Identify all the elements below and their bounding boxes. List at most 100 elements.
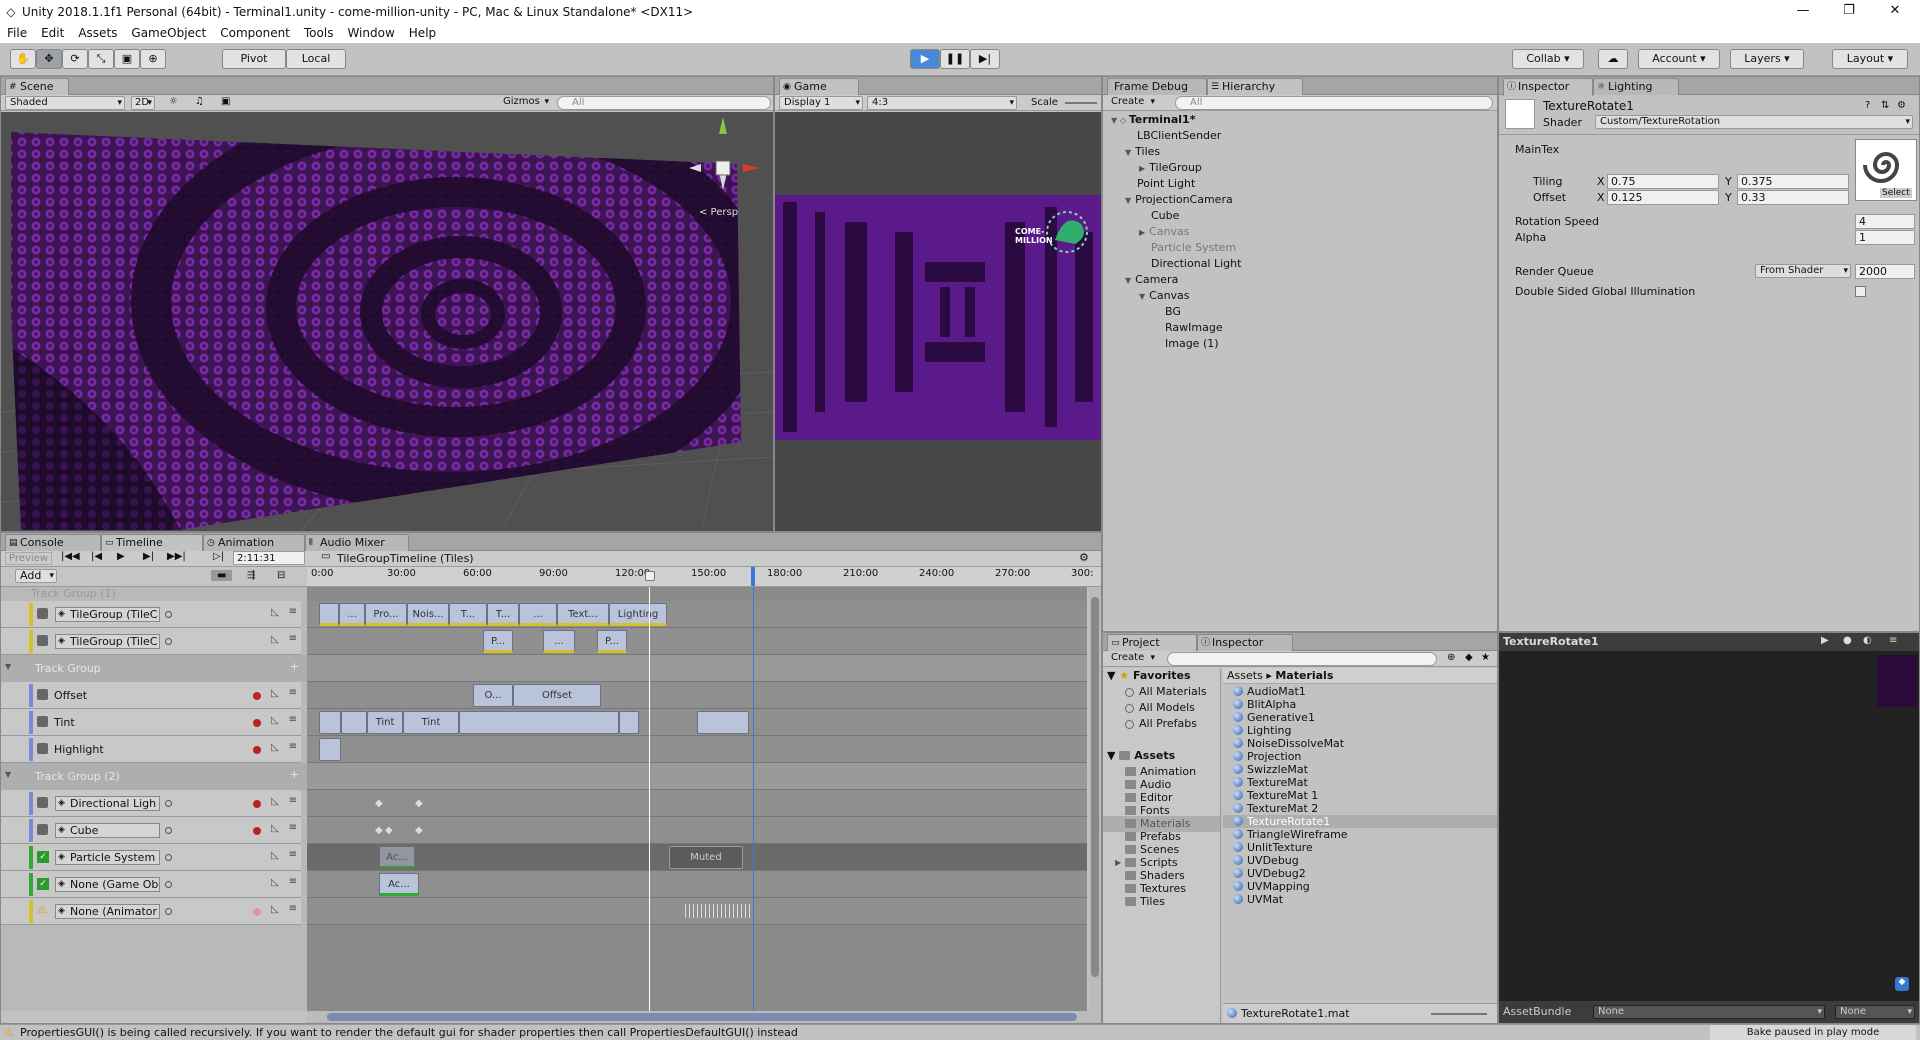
clip-lane[interactable] <box>307 817 1087 844</box>
clip-lane[interactable] <box>307 628 1087 655</box>
track-group-header[interactable]: ▼ Track Group (2) + <box>1 763 307 790</box>
timeline-clip[interactable]: Lighting <box>609 603 667 626</box>
timeline-clip[interactable] <box>319 738 341 761</box>
edit-mode-replace-icon[interactable]: ⊟ <box>271 570 291 581</box>
tab-audio-mixer[interactable]: ⫴ Audio Mixer <box>305 534 409 551</box>
activation-clip[interactable]: Ac... <box>379 873 419 896</box>
object-picker-icon[interactable] <box>165 800 172 807</box>
scene-root-row[interactable]: ▼ ◇ Terminal1* <box>1111 112 1195 128</box>
timeline-ruler[interactable]: 0:00 30:00 60:00 90:00 120:00 150:00 180:00 210… <box>307 567 1101 587</box>
curves-icon[interactable]: ◺ <box>271 742 279 753</box>
curves-icon[interactable]: ◺ <box>271 904 279 915</box>
timeline-settings-icon[interactable]: ⚙ <box>1079 551 1089 564</box>
menu-tools[interactable]: Tools <box>297 26 341 40</box>
step-icon[interactable]: ▶| <box>970 49 1000 69</box>
track-menu-icon[interactable]: ≡ <box>289 687 297 698</box>
hierarchy-item[interactable]: ▼ ProjectionCamera <box>1125 192 1233 208</box>
track-menu-icon[interactable]: ≡ <box>289 822 297 833</box>
playhead-handle[interactable] <box>645 571 655 581</box>
material-item[interactable]: TriangleWireframe <box>1223 828 1497 841</box>
persp-label[interactable]: < Persp <box>699 207 738 218</box>
tab-game[interactable]: ◉ Game <box>779 78 859 96</box>
track-header[interactable]: ✓ ◈ Particle System ◺ ≡ <box>1 844 301 871</box>
display-dropdown[interactable]: Display 1 <box>779 96 863 110</box>
render-queue-dropdown[interactable]: From Shader <box>1755 264 1851 278</box>
track-menu-icon[interactable]: ≡ <box>289 876 297 887</box>
timeline-clip[interactable] <box>619 711 639 734</box>
clip-lane[interactable] <box>307 736 1087 763</box>
hierarchy-item[interactable]: Cube <box>1139 208 1179 224</box>
timeline-clip[interactable]: Tint <box>367 711 403 734</box>
transform-tool-icon[interactable]: ⊕ <box>140 49 166 69</box>
collab-button[interactable]: Collab ▾ <box>1512 49 1584 69</box>
timeline-clip[interactable]: Text... <box>557 603 609 626</box>
group-collapse-arrow-icon[interactable]: ▼ <box>5 770 11 779</box>
material-item[interactable]: SwizzleMat <box>1223 763 1497 776</box>
timeline-clip[interactable]: Nois... <box>407 603 449 626</box>
loop-icon[interactable]: ▷| <box>213 551 224 562</box>
light-icon[interactable]: ☼ <box>169 96 178 107</box>
favorites-header[interactable]: ▼ ★ Favorites <box>1107 668 1191 684</box>
curves-icon[interactable]: ◺ <box>271 634 279 645</box>
track-header[interactable]: Offset ◺ ≡ <box>1 682 301 709</box>
search-by-type-icon[interactable]: ⊕ <box>1447 652 1455 663</box>
offset-y-input[interactable]: 0.33 <box>1737 190 1849 205</box>
timeline-clip[interactable]: T... <box>487 603 519 626</box>
tiling-x-input[interactable]: 0.75 <box>1607 174 1719 189</box>
preview-play-icon[interactable]: ▶ <box>1821 635 1829 646</box>
breadcrumb-materials[interactable]: Materials <box>1275 669 1333 682</box>
object-picker-icon[interactable] <box>165 611 172 618</box>
timeline-clip[interactable]: P... <box>483 630 513 653</box>
hierarchy-item[interactable]: LBClientSender <box>1125 128 1221 144</box>
track-menu-icon[interactable]: ≡ <box>289 633 297 644</box>
track-header[interactable]: ◈ Directional Ligh ◺ ≡ <box>1 790 301 817</box>
curves-icon[interactable]: ◺ <box>271 715 279 726</box>
pivot-button[interactable]: Pivot <box>222 49 286 69</box>
activation-clip[interactable]: Ac... <box>379 846 415 869</box>
keyframe-diamond-icon[interactable]: ◆ <box>375 825 383 836</box>
timeline-clip[interactable]: P... <box>597 630 627 653</box>
project-search-input[interactable] <box>1167 652 1437 666</box>
track-header[interactable]: ⚠ ◈ None (Animator ◺ ≡ <box>1 898 301 925</box>
timeline-clip[interactable] <box>697 711 749 734</box>
timeline-clip[interactable] <box>341 711 367 734</box>
expanded-arrow-icon[interactable]: ▼ <box>1125 276 1131 285</box>
track-menu-icon[interactable]: ≡ <box>289 606 297 617</box>
tab-scene[interactable]: # Scene <box>5 78 69 96</box>
settings-gear-icon[interactable]: ⚙ <box>1897 100 1906 111</box>
account-button[interactable]: Account ▾ <box>1638 49 1720 69</box>
tab-hierarchy[interactable]: ☰ Hierarchy <box>1207 78 1303 96</box>
audio-icon[interactable]: ♫ <box>195 96 204 107</box>
search-by-label-icon[interactable]: ◆ <box>1465 652 1473 663</box>
favorites-item[interactable]: All Models <box>1125 700 1195 716</box>
expanded-arrow-icon[interactable]: ▼ <box>1125 148 1131 157</box>
track-binding-field[interactable]: ◈ None (Animator <box>55 904 160 919</box>
scale-slider[interactable] <box>1065 102 1097 104</box>
track-binding-field[interactable]: ◈ None (Game Ob <box>55 877 160 892</box>
record-icon[interactable] <box>253 827 261 835</box>
preview-sphere-icon[interactable]: ● <box>1843 635 1852 646</box>
tiling-y-input[interactable]: 0.375 <box>1737 174 1849 189</box>
assetbundle-dropdown[interactable]: None <box>1593 1005 1825 1019</box>
timeline-play-icon[interactable]: ▶ <box>117 551 125 562</box>
favorite-star-icon[interactable]: ★ <box>1481 652 1490 663</box>
curves-icon[interactable]: ◺ <box>271 823 279 834</box>
keyframe-diamond-icon[interactable]: ◆ <box>415 825 423 836</box>
tab-frame-debug[interactable]: Frame Debug <box>1107 78 1207 95</box>
timeline-clip[interactable] <box>459 711 619 734</box>
project-create-dropdown[interactable]: Create <box>1107 652 1157 666</box>
tag-icon[interactable]: ◆ <box>1895 977 1909 991</box>
scale-tool-icon[interactable]: ⤡ <box>88 49 114 69</box>
menu-window[interactable]: Window <box>340 26 401 40</box>
object-picker-icon[interactable] <box>165 827 172 834</box>
play-icon[interactable]: ▶ <box>910 49 940 69</box>
goto-end-icon[interactable]: ▶▶| <box>167 551 186 562</box>
scene-viewport[interactable]: < Persp <box>1 112 773 531</box>
tab-timeline[interactable]: ▭ Timeline <box>101 534 203 552</box>
pause-icon[interactable]: ❚❚ <box>940 49 970 69</box>
clip-lane[interactable] <box>307 871 1087 898</box>
object-picker-icon[interactable] <box>165 854 172 861</box>
menu-gameobject[interactable]: GameObject <box>124 26 213 40</box>
favorites-item[interactable]: All Prefabs <box>1125 716 1197 732</box>
aspect-dropdown[interactable]: 4:3 <box>867 96 1017 110</box>
